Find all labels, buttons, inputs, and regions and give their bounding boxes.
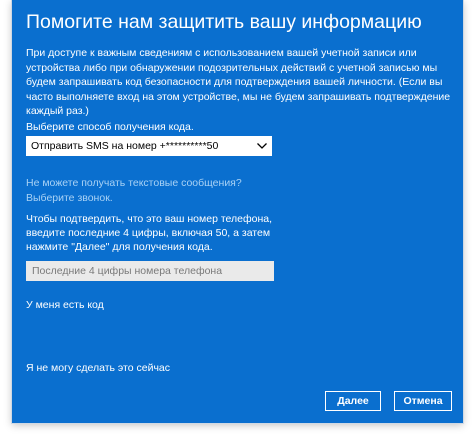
last-four-digits-input[interactable] — [26, 261, 274, 281]
choose-call-link[interactable]: Не можете получать текстовые сообщения? … — [26, 176, 266, 205]
next-button[interactable]: Далее — [325, 391, 381, 411]
verify-instruction: Чтобы подтвердить, что это ваш номер тел… — [26, 213, 273, 253]
method-label: Выберите способ получения кода. — [26, 121, 194, 133]
security-dialog: Помогите нам защитить вашу информацию Пр… — [12, 0, 463, 423]
have-code-link[interactable]: У меня есть код — [26, 298, 104, 312]
dialog-description: При доступе к важным сведениям с использ… — [26, 47, 451, 117]
code-method-select[interactable]: Отправить SMS на номер +**********50 — [26, 136, 272, 156]
code-method-selected-value: Отправить SMS на номер +**********50 — [31, 140, 219, 152]
cant-do-now-link[interactable]: Я не могу сделать это сейчас — [26, 361, 170, 375]
dialog-title: Помогите нам защитить вашу информацию — [26, 11, 422, 33]
chevron-down-icon — [253, 137, 271, 155]
cancel-button[interactable]: Отмена — [394, 391, 452, 411]
